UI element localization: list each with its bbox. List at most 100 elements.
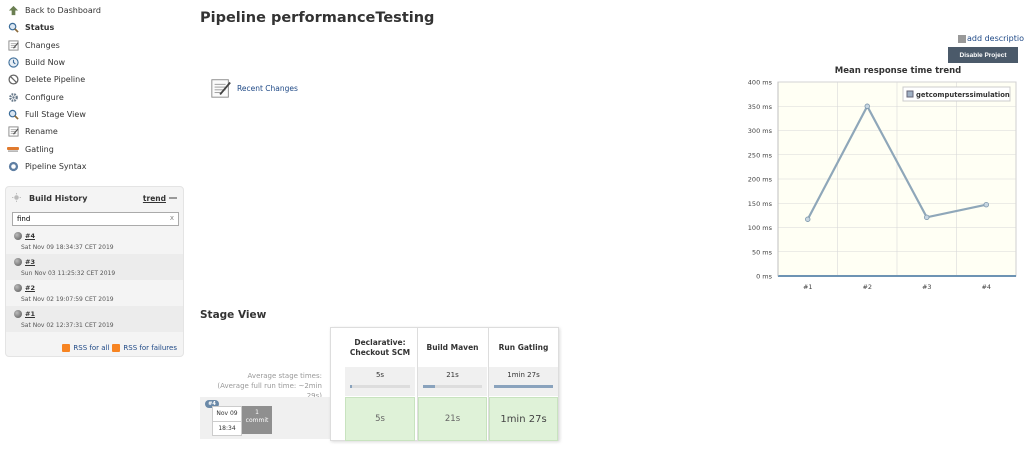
stage-average-time: 1min 27s: [507, 371, 540, 379]
recent-changes-link[interactable]: Recent Changes: [237, 84, 298, 93]
task-label: Rename: [25, 127, 58, 137]
build-search-input[interactable]: [13, 213, 163, 225]
recent-changes[interactable]: Recent Changes: [210, 77, 298, 99]
rss-icon: [62, 344, 71, 352]
task-full-stage-view[interactable]: Full Stage View: [4, 106, 184, 123]
y-tick-label: 50 ms: [752, 248, 773, 256]
search-icon: [7, 108, 19, 120]
x-tick-label: #1: [803, 283, 813, 291]
rss-links: RSS for all RSS for failures: [62, 344, 177, 352]
run-date-box[interactable]: Nov 09 18:34: [212, 406, 242, 436]
trend-line-icon: [169, 197, 177, 199]
stage-view-title: Stage View: [200, 309, 267, 321]
rss-failures-link[interactable]: RSS for failures: [123, 344, 177, 352]
sun-icon: [12, 192, 21, 204]
build-status-ball-icon: [14, 232, 22, 240]
stage-average: 1min 27s: [489, 367, 558, 396]
stage-column: Declarative: Checkout SCM 5s 5s: [345, 328, 415, 441]
notepad-icon: [7, 126, 19, 138]
rss-icon: [112, 344, 121, 352]
y-tick-label: 200 ms: [748, 176, 773, 184]
stage-cell-success[interactable]: 21s: [418, 397, 487, 441]
add-description[interactable]: add description: [958, 34, 1024, 43]
task-pipeline-syntax[interactable]: Pipeline Syntax: [4, 158, 184, 175]
task-build-now[interactable]: Build Now: [4, 54, 184, 71]
y-tick-label: 150 ms: [748, 200, 773, 208]
task-label: Delete Pipeline: [25, 75, 86, 85]
build-history-panel: Build History trend x #4 Sat Nov 09 18:3…: [5, 186, 184, 357]
build-number-link[interactable]: #2: [25, 284, 35, 292]
x-tick-label: #4: [981, 283, 991, 291]
build-history-title: Build History: [29, 193, 88, 203]
legend-swatch: [906, 90, 914, 98]
task-label: Configure: [25, 92, 64, 102]
task-configure[interactable]: Configure: [4, 88, 184, 105]
data-point: [924, 214, 930, 221]
page-title: Pipeline performanceTesting: [200, 10, 435, 26]
y-tick-label: 400 ms: [748, 79, 773, 87]
build-history-header: Build History trend: [6, 187, 183, 209]
task-label: Full Stage View: [25, 109, 86, 119]
stage-average-bar: [423, 385, 482, 388]
build-row[interactable]: #2 Sat Nov 02 19:07:59 CET 2019: [6, 280, 183, 306]
stage-average: 21s: [418, 367, 487, 396]
run-commit-box[interactable]: 1 commit: [242, 406, 272, 434]
pencil-icon: [958, 34, 966, 43]
rss-all-link[interactable]: RSS for all: [73, 344, 109, 352]
x-tick-label: #2: [862, 283, 872, 291]
build-date: Sun Nov 03 11:25:32 CET 2019: [21, 270, 116, 277]
build-number-link[interactable]: #1: [25, 310, 35, 318]
data-point: [805, 216, 811, 222]
gatling-logo-icon: [7, 143, 19, 155]
task-label: Pipeline Syntax: [25, 161, 87, 171]
side-panel-tasks: Back to Dashboard Status Changes Build N…: [4, 2, 184, 175]
stage-column: Build Maven 21s 21s: [417, 328, 487, 441]
run-date: Nov 09: [216, 410, 238, 417]
stage-average-bar-fill: [423, 385, 435, 388]
build-search-box: x: [12, 212, 179, 226]
y-tick-label: 100 ms: [748, 224, 773, 232]
task-changes[interactable]: Changes: [4, 37, 184, 54]
disable-project-button[interactable]: Disable Project: [948, 47, 1018, 63]
add-description-link[interactable]: add description: [967, 34, 1024, 43]
build-date: Sat Nov 09 18:34:37 CET 2019: [21, 244, 114, 251]
task-label: Build Now: [25, 58, 66, 68]
stage-cell-success[interactable]: 1min 27s: [489, 397, 558, 441]
task-delete-pipeline[interactable]: Delete Pipeline: [4, 71, 184, 88]
y-tick-label: 0 ms: [756, 273, 773, 281]
build-number-link[interactable]: #4: [25, 232, 35, 240]
search-icon: [7, 22, 19, 34]
clock-icon: [7, 57, 19, 69]
build-row[interactable]: #4 Sat Nov 09 18:34:37 CET 2019: [6, 228, 183, 254]
build-date: Sat Nov 02 19:07:59 CET 2019: [21, 296, 114, 303]
y-tick-label: 300 ms: [748, 127, 773, 135]
stage-header: Run Gatling: [498, 342, 549, 352]
task-back-to-dashboard[interactable]: Back to Dashboard: [4, 2, 184, 19]
notepad-icon: [211, 79, 231, 98]
run-time: 18:34: [218, 425, 236, 432]
trend-link[interactable]: trend: [143, 194, 166, 203]
notepad-icon: [7, 39, 19, 51]
x-tick-label: #3: [922, 283, 932, 291]
no-entry-icon: [7, 74, 19, 86]
data-point: [983, 202, 989, 208]
mean-response-time-chart: 0 ms 50 ms 100 ms 150 ms 200 ms 250 ms 300 ms 3…: [748, 79, 1017, 291]
build-status-ball-icon: [14, 258, 22, 266]
task-label: Status: [25, 23, 55, 33]
gear-icon: [7, 91, 19, 103]
stage-table: Declarative: Checkout SCM 5s 5s Build Ma…: [330, 327, 559, 441]
build-date: Sat Nov 02 12:37:31 CET 2019: [21, 322, 114, 329]
build-row[interactable]: #1 Sat Nov 02 12:37:31 CET 2019: [6, 306, 183, 332]
build-number-link[interactable]: #3: [25, 258, 35, 266]
stage-cell-success[interactable]: 5s: [345, 397, 415, 441]
task-status[interactable]: Status: [4, 19, 184, 36]
task-rename[interactable]: Rename: [4, 123, 184, 140]
clear-search-button[interactable]: x: [170, 214, 174, 222]
build-row[interactable]: #3 Sun Nov 03 11:25:32 CET 2019: [6, 254, 183, 280]
task-label: Back to Dashboard: [25, 6, 101, 16]
stage-column: Run Gatling 1min 27s 1min 27s: [488, 328, 558, 441]
task-gatling[interactable]: Gatling: [4, 140, 184, 157]
average-stage-times-label: Average stage times:: [247, 372, 322, 380]
task-label: Changes: [25, 40, 60, 50]
stage-header: Build Maven: [426, 342, 479, 352]
